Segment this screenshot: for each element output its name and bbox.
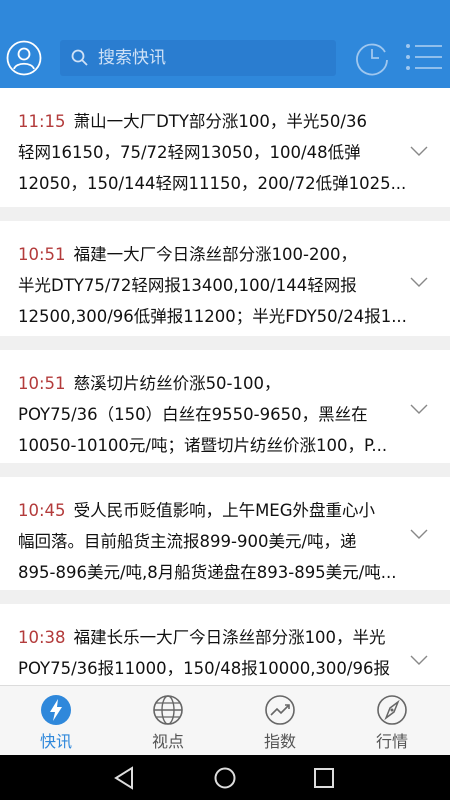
top-bar: 搜索快讯 xyxy=(0,0,450,88)
system-navigation-bar xyxy=(0,755,450,800)
tab-hangqing[interactable]: 行情 xyxy=(336,686,448,756)
bottom-navigation: 快讯 视点 指数 行情 xyxy=(0,685,450,755)
list-menu-icon xyxy=(406,44,442,70)
news-text: 幅回落。目前船货主流报899-900美元/吨，递 xyxy=(18,532,357,551)
news-text: 福建长乐一大厂今日涤丝部分涨100，半光 xyxy=(73,628,386,647)
back-icon[interactable] xyxy=(112,764,140,792)
tab-label: 指数 xyxy=(263,732,296,751)
user-icon xyxy=(6,40,42,76)
chevron-down-icon[interactable] xyxy=(410,276,428,288)
news-item[interactable]: 10:45 受人民币贬值影响，上午MEG外盘重心小 幅回落。目前船货主流报899-… xyxy=(0,477,450,590)
news-time: 11:15 xyxy=(18,112,66,131)
news-text: 慈溪切片纺丝价涨50-100， xyxy=(73,374,281,393)
news-text: 受人民币贬值影响，上午MEG外盘重心小 xyxy=(73,501,376,520)
tab-label: 快讯 xyxy=(39,732,72,751)
news-feed[interactable]: 11:15 萧山一大厂DTY部分涨100，半光50/36 轻网16150，75/7… xyxy=(0,88,450,685)
news-item[interactable]: 10:51 慈溪切片纺丝价涨50-100， POY75/36（150）白丝在955… xyxy=(0,350,450,463)
chevron-down-icon[interactable] xyxy=(410,403,428,415)
user-profile-button[interactable] xyxy=(6,40,42,76)
news-text: POY75/36（150）白丝在9550-9650，黑丝在 xyxy=(18,405,368,424)
news-text: 10050-10100元/吨；诸暨切片纺丝价涨100，P... xyxy=(18,436,388,455)
menu-button[interactable] xyxy=(404,42,444,72)
chevron-down-icon[interactable] xyxy=(410,145,428,157)
search-input: 搜索快讯 xyxy=(98,48,166,68)
tab-kuaixun[interactable]: 快讯 xyxy=(0,686,112,756)
news-text: 895-896美元/吨,8月船货递盘在893-895美元/吨... xyxy=(18,563,397,582)
news-time: 10:51 xyxy=(18,374,66,393)
trend-chart-icon xyxy=(265,695,295,725)
news-time: 10:38 xyxy=(18,628,66,647)
news-item[interactable]: 10:38 福建长乐一大厂今日涤丝部分涨100，半光 POY75/36报11000… xyxy=(0,604,450,685)
chevron-down-icon[interactable] xyxy=(410,528,428,540)
compass-icon xyxy=(377,695,407,725)
news-text: POY75/36报11000，150/48报10000,300/96报 xyxy=(18,659,390,678)
news-item[interactable]: 10:51 福建一大厂今日涤丝部分涨100-200， 半光DTY75/72轻网报1… xyxy=(0,221,450,336)
clock-icon xyxy=(356,43,388,76)
tab-label: 行情 xyxy=(375,732,408,751)
lightning-icon xyxy=(41,695,71,725)
tab-zhishu[interactable]: 指数 xyxy=(224,686,336,756)
news-text: 半光DTY75/72轻网报13400,100/144轻网报 xyxy=(18,276,357,295)
search-icon xyxy=(71,49,88,66)
news-item[interactable]: 11:15 萧山一大厂DTY部分涨100，半光50/36 轻网16150，75/7… xyxy=(0,88,450,207)
news-time: 10:51 xyxy=(18,245,66,264)
tab-label: 视点 xyxy=(151,732,184,751)
home-icon[interactable] xyxy=(211,764,239,792)
news-text: 福建一大厂今日涤丝部分涨100-200， xyxy=(73,245,358,264)
tab-shidian[interactable]: 视点 xyxy=(112,686,224,756)
chevron-down-icon[interactable] xyxy=(410,654,428,666)
history-button[interactable] xyxy=(354,40,390,76)
search-bar[interactable]: 搜索快讯 xyxy=(60,40,336,76)
news-text: 轻网16150，75/72轻网13050，100/48低弹 xyxy=(18,143,361,162)
news-text: 12500,300/96低弹报11200；半光FDY50/24报1... xyxy=(18,307,407,326)
news-text: 萧山一大厂DTY部分涨100，半光50/36 xyxy=(73,112,367,131)
globe-icon xyxy=(153,695,183,725)
recent-apps-icon[interactable] xyxy=(310,764,338,792)
news-time: 10:45 xyxy=(18,501,66,520)
news-text: 12050，150/144轻网11150，200/72低弹1025... xyxy=(18,174,407,193)
